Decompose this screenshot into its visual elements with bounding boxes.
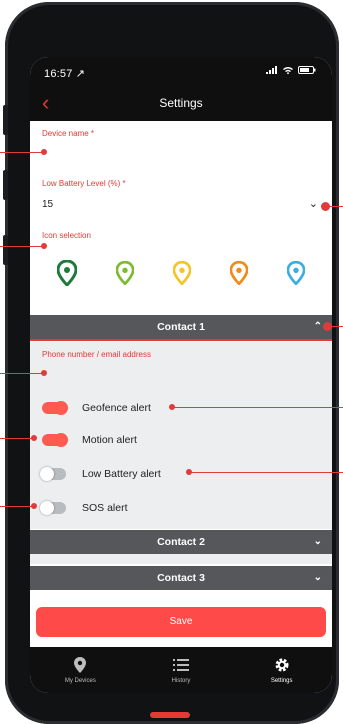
motion-alert-label: Motion alert xyxy=(82,434,137,446)
status-time: 16:57 ↗ xyxy=(44,68,86,80)
low-battery-toggle[interactable] xyxy=(40,467,66,481)
callout-line xyxy=(0,246,44,247)
pin-icon-blue[interactable] xyxy=(286,261,305,285)
battery-icon xyxy=(298,66,316,74)
contact-3-title: Contact 3 xyxy=(157,572,205,584)
home-indicator xyxy=(150,712,190,718)
tab-bar: My Devices History Settings xyxy=(30,647,332,693)
device-name-field[interactable]: Device name * xyxy=(30,121,332,168)
nav-bar: ‹ Settings xyxy=(30,87,332,121)
icon-selection-row xyxy=(30,252,332,294)
side-button xyxy=(3,170,8,200)
chevron-down-icon[interactable]: ⌄ xyxy=(309,197,318,210)
pin-icon-orange[interactable] xyxy=(229,261,248,285)
device-name-label: Device name * xyxy=(42,129,95,138)
callout-dot xyxy=(41,149,47,155)
tab-my-devices[interactable]: My Devices xyxy=(30,647,131,693)
callout-line xyxy=(189,472,343,473)
callout-line xyxy=(0,373,44,374)
contact-3-header[interactable]: Contact 3 ⌄ xyxy=(30,566,332,590)
callout-dot xyxy=(321,202,330,211)
low-battery-alert-row[interactable]: Low Battery alert xyxy=(40,467,161,481)
chevron-down-icon[interactable]: ⌄ xyxy=(314,530,322,554)
tab-my-devices-label: My Devices xyxy=(64,677,96,684)
low-battery-value[interactable]: 15 xyxy=(42,199,53,210)
callout-dot xyxy=(169,404,175,410)
callout-dot xyxy=(186,469,192,475)
side-button xyxy=(3,105,8,135)
tab-settings[interactable]: Settings xyxy=(231,647,332,693)
contact-1-body: Phone number / email address Geofence al… xyxy=(30,342,332,529)
callout-line xyxy=(172,407,343,408)
wifi-icon xyxy=(283,67,293,74)
motion-alert-row[interactable]: Motion alert xyxy=(42,433,137,447)
callout-line xyxy=(0,152,44,153)
status-icons xyxy=(266,66,316,74)
signal-icon xyxy=(266,66,277,74)
list-icon xyxy=(173,658,189,671)
callout-dot xyxy=(41,370,47,376)
section-gap xyxy=(30,554,332,564)
sos-alert-label: SOS alert xyxy=(82,502,128,514)
save-button[interactable]: Save xyxy=(36,607,326,637)
low-battery-label: Low Battery Level (%) * xyxy=(42,179,126,188)
gear-icon xyxy=(275,658,289,671)
chevron-down-icon[interactable]: ⌄ xyxy=(314,566,322,590)
contact-1-header[interactable]: Contact 1 ⌃ xyxy=(30,315,332,339)
tab-history-label: History xyxy=(171,677,191,684)
phone-email-input[interactable] xyxy=(42,362,320,384)
side-button xyxy=(3,235,8,265)
tab-history[interactable]: History xyxy=(131,647,232,693)
phone-screen: 16:57 ↗ ‹ Settings Device name * Low Bat… xyxy=(30,57,332,693)
contact-2-header[interactable]: Contact 2 ⌄ xyxy=(30,530,332,554)
callout-dot xyxy=(41,243,47,249)
callout-line xyxy=(0,506,34,507)
geofence-toggle[interactable] xyxy=(42,401,68,415)
pin-icon-yellow[interactable] xyxy=(172,261,191,285)
contact-2-title: Contact 2 xyxy=(157,536,205,548)
geofence-alert-row[interactable]: Geofence alert xyxy=(42,401,151,415)
chevron-up-icon[interactable]: ⌃ xyxy=(314,315,322,339)
callout-dot xyxy=(31,435,37,441)
phone-email-label: Phone number / email address xyxy=(42,350,151,359)
contact-1-accent-line xyxy=(30,339,332,341)
sos-toggle[interactable] xyxy=(40,501,66,515)
geofence-alert-label: Geofence alert xyxy=(82,402,151,414)
status-bar: 16:57 ↗ xyxy=(30,57,332,87)
contact-1-title: Contact 1 xyxy=(157,321,205,333)
callout-dot xyxy=(323,322,332,331)
pin-icon-green[interactable] xyxy=(57,260,78,286)
callout-dot xyxy=(31,503,37,509)
sos-alert-row[interactable]: SOS alert xyxy=(40,501,128,515)
low-battery-alert-label: Low Battery alert xyxy=(82,468,161,480)
icon-selection-label: Icon selection xyxy=(42,231,91,240)
page-title: Settings xyxy=(159,96,203,110)
tab-settings-label: Settings xyxy=(270,677,293,684)
pin-icon-lime[interactable] xyxy=(116,261,135,285)
location-pin-icon xyxy=(74,656,87,673)
low-battery-field[interactable]: Low Battery Level (%) * 15 ⌄ xyxy=(30,167,332,220)
callout-line xyxy=(0,438,34,439)
motion-toggle[interactable] xyxy=(42,433,68,447)
